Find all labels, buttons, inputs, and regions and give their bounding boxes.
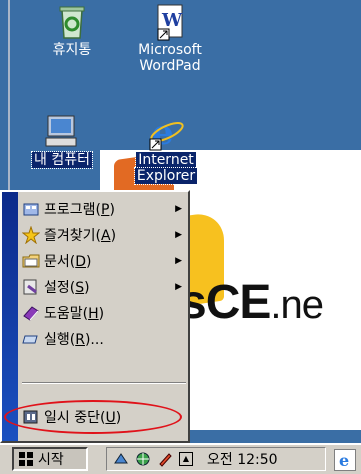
submenu-arrow-icon: ▶: [175, 230, 182, 240]
menu-item-documents[interactable]: 문서(D) ▶: [22, 248, 186, 274]
start-menu-banner: [2, 192, 18, 441]
submenu-arrow-icon: ▶: [175, 282, 182, 292]
submenu-arrow-icon: ▶: [175, 204, 182, 214]
menu-item-settings-label: 설정(S): [44, 280, 90, 296]
svg-text:e: e: [339, 451, 349, 470]
menu-item-help[interactable]: 도움말(H): [22, 300, 186, 326]
internet-explorer-task-icon[interactable]: e: [334, 449, 356, 471]
wordpad-label-line2: WordPad: [139, 58, 201, 74]
settings-icon: [23, 279, 37, 295]
start-button-label: 시작: [38, 452, 64, 468]
menu-item-settings[interactable]: 설정(S) ▶: [22, 274, 186, 300]
desktop-icon-internet-explorer[interactable]: e Internet Explorer: [118, 112, 214, 185]
suspend-highlight-annotation: [4, 400, 182, 434]
menu-separator: [22, 382, 186, 384]
globe-icon[interactable]: [135, 451, 151, 467]
tray-up-arrow-icon[interactable]: ▲: [179, 452, 193, 466]
menu-item-run-label: 실행(R)...: [44, 332, 104, 348]
help-book-icon: [23, 306, 39, 321]
menu-item-programs-label: 프로그램(P): [44, 202, 115, 218]
network-icon[interactable]: [113, 451, 129, 467]
internet-explorer-label-line1: Internet: [135, 151, 197, 169]
run-icon: [22, 335, 38, 344]
internet-explorer-icon: e: [149, 113, 184, 152]
menu-item-help-label: 도움말(H): [44, 306, 105, 322]
favorites-star-icon: [22, 226, 40, 244]
menu-item-favorites-label: 즐겨찾기(A): [44, 228, 117, 244]
menu-item-favorites[interactable]: 즐겨찾기(A) ▶: [22, 222, 186, 248]
menu-item-run[interactable]: 실행(R)...: [22, 326, 186, 352]
programs-folder-icon: [23, 203, 39, 216]
internet-explorer-label-line2: Explorer: [133, 167, 199, 185]
windows-logo-icon: [19, 452, 33, 466]
wordpad-label-line1: Microsoft: [138, 42, 202, 58]
taskbar: 시작 ▲ 오전 12:50 e: [0, 443, 361, 474]
desktop-icon-wordpad[interactable]: W Microsoft WordPad: [122, 2, 218, 74]
recycle-bin-label: 휴지통: [52, 42, 92, 58]
system-tray: ▲ 오전 12:50: [106, 447, 326, 471]
my-computer-icon: [45, 115, 77, 147]
svg-text:W: W: [161, 10, 183, 31]
documents-icon: [22, 254, 40, 268]
menu-item-programs[interactable]: 프로그램(P) ▶: [22, 196, 186, 222]
wallpaper-text: sCE.ne: [180, 276, 324, 329]
start-menu: 프로그램(P) ▶ 즐겨찾기(A) ▶ 문서(D) ▶ 설정(S) ▶ 도움말(…: [0, 190, 190, 443]
desktop-icon-recycle-bin[interactable]: 휴지통: [24, 2, 120, 58]
taskbar-clock[interactable]: 오전 12:50: [207, 449, 278, 469]
pen-icon[interactable]: [157, 451, 173, 467]
menu-item-documents-label: 문서(D): [44, 254, 92, 270]
start-button[interactable]: 시작: [12, 447, 88, 471]
wordpad-icon: W: [157, 4, 183, 41]
submenu-arrow-icon: ▶: [175, 256, 182, 266]
recycle-bin-icon: [59, 6, 85, 39]
desktop: sCE.ne 휴지통 W Microsoft WordPad 내 컴퓨터 e I…: [0, 0, 361, 474]
my-computer-label: 내 컴퓨터: [31, 151, 93, 169]
desktop-icon-my-computer[interactable]: 내 컴퓨터: [14, 112, 110, 169]
